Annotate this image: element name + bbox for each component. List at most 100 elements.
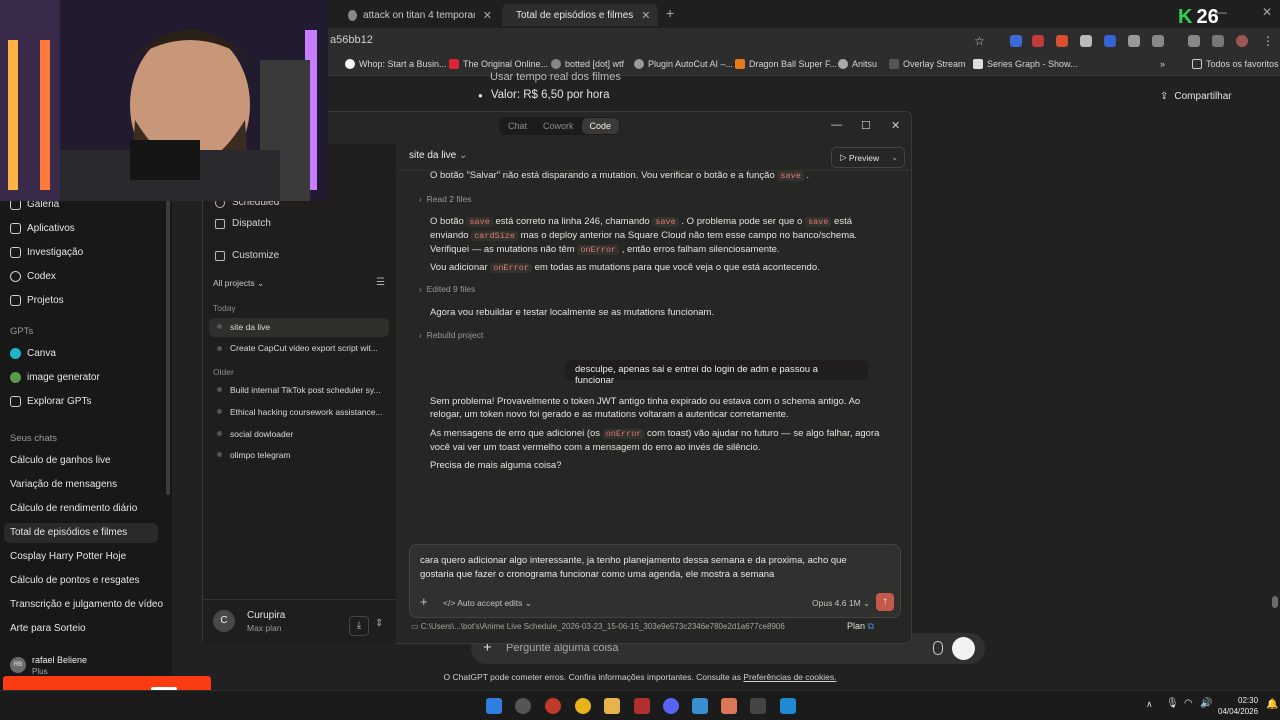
chrome-icon[interactable] bbox=[575, 698, 591, 714]
plan-button[interactable]: Plan ⧉ bbox=[847, 621, 874, 632]
extension-icon[interactable] bbox=[1056, 35, 1068, 47]
extension-icon[interactable] bbox=[1128, 35, 1140, 47]
bookmark[interactable]: Whop: Start a Busin... bbox=[345, 59, 447, 69]
notification-icon[interactable]: 🔔 bbox=[1266, 699, 1278, 710]
bookmark[interactable]: Dragon Ball Super F... bbox=[735, 59, 837, 69]
bookmark[interactable]: Overlay Stream bbox=[889, 59, 966, 69]
close-window-icon[interactable]: ✕ bbox=[1262, 5, 1272, 19]
bookmark[interactable]: Plugin AutoCut AI –... bbox=[634, 59, 733, 69]
close-icon[interactable]: ✕ bbox=[891, 119, 900, 132]
tab-cowork[interactable]: Cowork bbox=[535, 118, 582, 134]
volume-icon[interactable]: 🔊 bbox=[1200, 698, 1212, 709]
close-tab-icon[interactable]: ✕ bbox=[475, 9, 492, 22]
send-arrow-icon[interactable]: ↑ bbox=[876, 593, 894, 611]
project-selector[interactable]: site da live ⌄ bbox=[409, 150, 467, 161]
tray-chevron-icon[interactable]: ∧ bbox=[1146, 699, 1153, 710]
extension-icon[interactable] bbox=[1032, 35, 1044, 47]
session-item[interactable]: Build internal TikTok post scheduler sy.… bbox=[230, 385, 386, 395]
message-composer[interactable]: cara quero adicionar algo interessante, … bbox=[409, 544, 901, 618]
tool-edited-files[interactable]: › Edited 9 files bbox=[419, 284, 475, 294]
app-icon[interactable] bbox=[1212, 35, 1224, 47]
explore-gpts[interactable]: Explorar GPTs bbox=[10, 396, 91, 407]
composer-input[interactable]: cara quero adicionar algo interessante, … bbox=[420, 554, 872, 582]
menu-dots-icon[interactable]: ⋮ bbox=[1262, 34, 1274, 48]
chat-item-active[interactable]: Total de episódios e filmes bbox=[10, 527, 127, 538]
download-icon[interactable] bbox=[1188, 35, 1200, 47]
extension-icon[interactable] bbox=[1010, 35, 1022, 47]
url-text[interactable]: a56bb12 bbox=[330, 34, 373, 46]
claude-icon[interactable] bbox=[721, 698, 737, 714]
microphone-icon[interactable] bbox=[933, 641, 943, 655]
start-icon[interactable] bbox=[486, 698, 502, 714]
sidebar-item-codex[interactable]: Codex bbox=[10, 271, 56, 282]
close-tab-icon[interactable]: ✕ bbox=[633, 9, 650, 22]
profile-avatar[interactable] bbox=[1236, 35, 1248, 47]
model-selector[interactable]: Opus 4.6 1M ⌄ bbox=[812, 598, 870, 609]
plus-icon[interactable]: + bbox=[420, 594, 428, 609]
auto-accept-toggle[interactable]: </> Auto accept edits ⌄ bbox=[443, 598, 532, 609]
folder-icon[interactable] bbox=[604, 698, 620, 714]
cookie-preferences-link[interactable]: Preferências de cookies. bbox=[743, 672, 836, 682]
sidebar-item-aplicativos[interactable]: Aplicativos bbox=[10, 223, 75, 234]
minimize-icon[interactable]: — bbox=[831, 119, 842, 131]
sidebar-item-dispatch[interactable]: Dispatch bbox=[215, 218, 271, 229]
wifi-icon[interactable]: ◠ bbox=[1184, 698, 1193, 709]
app-icon[interactable] bbox=[634, 698, 650, 714]
preview-button[interactable]: ▷ Preview ⌄ bbox=[831, 147, 905, 168]
new-tab-icon[interactable]: + bbox=[666, 5, 674, 21]
bookmark[interactable]: Anitsu bbox=[838, 59, 877, 69]
page-scrollbar[interactable] bbox=[1272, 596, 1278, 608]
capcut-icon[interactable] bbox=[750, 698, 766, 714]
browser-tab-active[interactable]: Total de episódios e filmes ✕ bbox=[502, 4, 658, 26]
working-directory[interactable]: ▭ C:\Users\...\bot's\Anime Live Schedule… bbox=[411, 622, 785, 631]
bookmark[interactable]: The Original Online... bbox=[449, 59, 548, 69]
download-icon[interactable]: ⤓ bbox=[349, 616, 369, 636]
star-icon[interactable]: ☆ bbox=[974, 34, 985, 48]
mic-icon[interactable]: 🎙 bbox=[1166, 698, 1179, 709]
chat-item[interactable]: Cálculo de ganhos live bbox=[10, 455, 111, 466]
app-icon[interactable] bbox=[515, 698, 531, 714]
tab-code[interactable]: Code bbox=[581, 118, 620, 134]
all-bookmarks[interactable]: Todos os favoritos bbox=[1192, 59, 1279, 69]
session-item[interactable]: social dowloader bbox=[230, 429, 386, 439]
tool-read-files[interactable]: › Read 2 files bbox=[419, 194, 471, 204]
sidebar-item-customize[interactable]: Customize bbox=[215, 250, 279, 261]
sidebar-item-projetos[interactable]: Projetos bbox=[10, 295, 64, 306]
gpt-image-generator[interactable]: image generator bbox=[10, 372, 100, 383]
bookmark[interactable]: botted [dot] wtf bbox=[551, 59, 624, 69]
discord-icon[interactable] bbox=[663, 698, 679, 714]
avatar[interactable]: C bbox=[213, 610, 235, 632]
more-bookmarks-icon[interactable]: » bbox=[1160, 59, 1165, 69]
expand-icon[interactable]: ⇕ bbox=[375, 618, 383, 629]
tab-chat[interactable]: Chat bbox=[500, 118, 535, 134]
share-button[interactable]: ⇪ Compartilhar bbox=[1160, 91, 1232, 102]
notepad-icon[interactable] bbox=[692, 698, 708, 714]
chat-item[interactable]: Variação de mensagens bbox=[10, 479, 117, 490]
clock[interactable]: 02:30 04/04/2026 bbox=[1218, 695, 1258, 717]
vscode-icon[interactable] bbox=[780, 698, 796, 714]
chat-item[interactable]: Arte para Sorteio bbox=[10, 623, 86, 634]
browser-tab[interactable]: attack on titan 4 temporada - F ✕ bbox=[340, 4, 500, 26]
tool-rebuild-project[interactable]: › Rebuild project bbox=[419, 330, 483, 340]
maximize-icon[interactable]: ☐ bbox=[861, 119, 871, 132]
extension-icon[interactable] bbox=[1104, 35, 1116, 47]
session-item[interactable]: Ethical hacking coursework assistance... bbox=[230, 407, 386, 417]
opera-icon[interactable] bbox=[545, 698, 561, 714]
sidebar-item-investigacao[interactable]: Investigação bbox=[10, 247, 83, 258]
chat-item[interactable]: Cálculo de pontos e resgates bbox=[10, 575, 140, 586]
filter-icon[interactable]: ☰ bbox=[376, 277, 385, 288]
session-item[interactable]: site da live bbox=[230, 322, 386, 332]
user-name[interactable]: rafael Beliene bbox=[32, 655, 87, 665]
chat-item[interactable]: Cosplay Harry Potter Hoje bbox=[10, 551, 126, 562]
chat-item[interactable]: Transcrição e julgamento de vídeo bbox=[10, 599, 163, 610]
avatar[interactable]: RB bbox=[10, 657, 26, 673]
session-item[interactable]: olimpo telegram bbox=[230, 450, 386, 460]
all-projects-dropdown[interactable]: All projects ⌄ bbox=[213, 278, 264, 289]
gpt-canva[interactable]: Canva bbox=[10, 348, 56, 359]
extension-icon[interactable] bbox=[1080, 35, 1092, 47]
session-item[interactable]: Create CapCut video export script wit... bbox=[230, 343, 386, 353]
bookmark[interactable]: Series Graph - Show... bbox=[973, 59, 1078, 69]
voice-mode-icon[interactable] bbox=[952, 637, 975, 660]
puzzle-icon[interactable] bbox=[1152, 35, 1164, 47]
chat-item[interactable]: Cálculo de rendimento diário bbox=[10, 503, 137, 514]
